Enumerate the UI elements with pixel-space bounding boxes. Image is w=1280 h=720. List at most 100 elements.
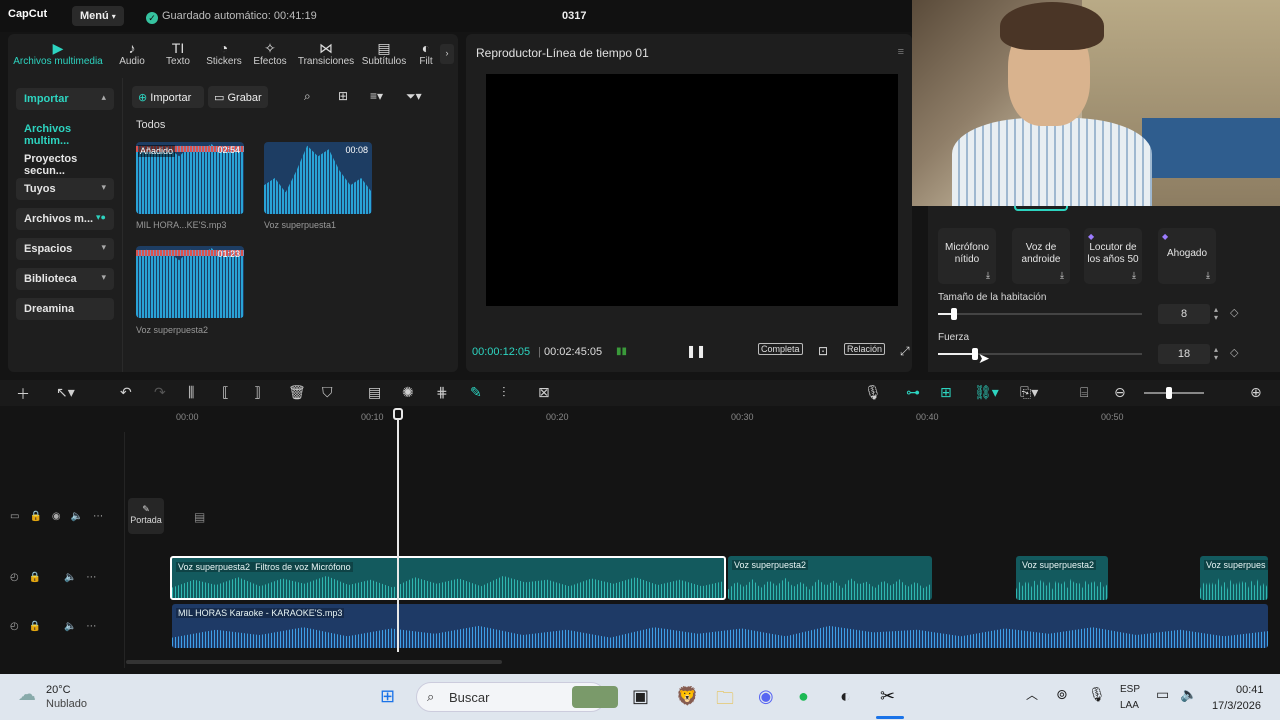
clock-time[interactable]: 00:41 (1236, 684, 1264, 696)
grid-view-icon[interactable]: ⊞ (338, 89, 348, 103)
chevron-up-icon[interactable]: ︿ (1026, 686, 1038, 703)
add-icon[interactable]: ＋ (16, 384, 30, 404)
import-button[interactable]: ⊕ Importar (132, 86, 204, 108)
cover-button[interactable]: ✎ Portada (128, 498, 164, 534)
download-icon[interactable]: ⤓ (1206, 269, 1210, 281)
keyframe-icon[interactable]: ◇ (1230, 346, 1238, 359)
tab-stickers[interactable]: ◔ Stickers (202, 40, 246, 67)
folder-icon[interactable]: 🗀 (716, 686, 734, 716)
weather-temp[interactable]: 20°C (46, 684, 71, 696)
music-track-controls[interactable]: ◴🔒 🔈⋯ (10, 621, 106, 632)
stepper-icon[interactable]: ▴ ▾ (1214, 346, 1218, 362)
app-icon[interactable]: ◐ (840, 686, 851, 707)
redo-icon[interactable]: ↷ (154, 384, 166, 401)
tab-media[interactable]: ▶ Archivos multimedia (12, 40, 104, 67)
fit-icon[interactable]: ⊡ (818, 344, 828, 358)
brave-icon[interactable]: 🦁 (676, 686, 698, 707)
voice-effect-card[interactable]: ◆ Ahogado ⤓ (1158, 228, 1216, 284)
sidebar-item-dreamina[interactable]: Dreamina (16, 298, 114, 320)
tab-transitions[interactable]: ⋈ Transiciones (296, 40, 356, 67)
shield-icon[interactable]: ⛉ (322, 384, 333, 401)
video-track-controls[interactable]: ▭🔒◉🔈⋯ (10, 511, 113, 522)
zoom-out-icon[interactable]: ⊖ (1114, 384, 1126, 401)
magic-icon[interactable]: ✎ (470, 384, 482, 401)
room-size-input[interactable]: 8 (1158, 304, 1210, 324)
playhead[interactable] (397, 408, 399, 652)
capcut-icon[interactable]: ✂ (880, 686, 895, 707)
audio-clip-selected[interactable]: Voz superpuesta2 Filtros de voz Micrófon… (170, 556, 726, 600)
menu-button[interactable]: Menú ▾ (72, 6, 124, 26)
audio-clip[interactable]: Voz superpues (1200, 556, 1268, 600)
project-title[interactable]: 0317 (562, 10, 586, 22)
fullscreen-icon[interactable]: ⤢ (900, 344, 910, 359)
video-preview[interactable] (486, 74, 898, 306)
volume-icon[interactable]: 🔈 (1180, 686, 1197, 703)
voice-effect-card[interactable]: Micrófono nítido ⤓ (938, 228, 996, 284)
tab-text[interactable]: TI Texto (158, 40, 198, 67)
voice-effect-card[interactable]: Voz de androide ⤓ (1012, 228, 1070, 284)
tab-effects[interactable]: ✧ Efectos (248, 40, 292, 67)
sidebar-item-spaces[interactable]: Espacios ▾ (16, 238, 114, 260)
strength-slider[interactable] (938, 348, 1142, 360)
record-button[interactable]: ▭ Grabar (208, 86, 268, 108)
tab-audio[interactable]: ♪ Audio (112, 40, 152, 67)
split-right-icon[interactable]: ⟧ (254, 384, 261, 401)
tab-subtitles[interactable]: ▤ Subtítulos (358, 40, 410, 67)
media-item[interactable]: Añadido 02:54 (136, 142, 244, 214)
caption-icon[interactable]: ▤ (368, 384, 381, 401)
audio-clip[interactable]: Voz superpuesta2 (728, 556, 932, 600)
sidebar-item-media-files[interactable]: Archivos multim... (16, 118, 114, 147)
language-2[interactable]: LAA (1120, 700, 1139, 711)
undo-icon[interactable]: ↶ (120, 384, 132, 401)
download-icon[interactable]: ⤓ (1132, 269, 1136, 281)
audio-split-icon[interactable]: ⫶ (502, 384, 506, 401)
delete-icon[interactable]: 🗑 (288, 384, 306, 401)
sidebar-item-library[interactable]: Biblioteca ▾ (16, 268, 114, 290)
ai-effect-icon[interactable]: ✺ (402, 384, 414, 401)
weather-desc[interactable]: Nublado (46, 698, 87, 710)
full-quality-button[interactable]: Completa (758, 343, 803, 355)
link-icon[interactable]: ⊶ (906, 384, 920, 401)
stepper-icon[interactable]: ▴ ▾ (1214, 306, 1218, 322)
voice-track-controls[interactable]: ◴🔒 🔈⋯ (10, 572, 106, 583)
media-item[interactable]: 01:23 (136, 246, 244, 318)
microphone-icon[interactable]: 🎙 (1088, 686, 1106, 703)
playhead-handle[interactable] (393, 408, 403, 420)
pause-icon[interactable]: ❚❚ (686, 344, 706, 358)
sort-icon[interactable]: ≡▾ (370, 89, 383, 103)
panel-menu-icon[interactable]: ≡ (898, 46, 904, 58)
download-icon[interactable]: ⤓ (1060, 269, 1064, 281)
news-widget-icon[interactable] (572, 686, 618, 708)
clock-date[interactable]: 17/3/2026 (1212, 700, 1261, 712)
download-icon[interactable]: ⤓ (986, 269, 990, 281)
timeline-scrollbar[interactable] (126, 660, 502, 664)
windows-start-icon[interactable]: ⊞ (380, 686, 395, 707)
room-size-slider[interactable] (938, 308, 1142, 320)
keyframe-icon[interactable]: ◇ (1230, 306, 1238, 319)
media-item[interactable]: 00:08 (264, 142, 372, 214)
language-1[interactable]: ESP (1120, 684, 1140, 695)
image-icon[interactable]: ⊠ (538, 384, 550, 401)
adjust-icon[interactable]: ⋕ (436, 384, 448, 401)
audio-clip[interactable]: Voz superpuesta2 (1016, 556, 1108, 600)
display-icon[interactable]: ▭ (1156, 686, 1169, 703)
snap-icon[interactable]: ⊞ (940, 384, 952, 401)
sidebar-item-media-2[interactable]: Archivos m... ▾● (16, 208, 114, 230)
strength-input[interactable]: 18 (1158, 344, 1210, 364)
zoom-in-icon[interactable]: ⊕ (1250, 384, 1262, 401)
chain-icon[interactable]: ⛓▾ (974, 384, 999, 401)
network-icon[interactable]: ⊚ (1056, 686, 1068, 703)
filter-icon[interactable]: ⏷▾ (406, 89, 422, 104)
music-clip[interactable]: MIL HORAS Karaoke - KARAOKE'S.mp3 (172, 604, 1268, 648)
spotify-icon[interactable]: ● (798, 686, 809, 707)
microphone-icon[interactable]: 🎙 (864, 384, 882, 401)
slider-knob[interactable] (1166, 387, 1172, 399)
search-icon[interactable]: ⌕ (304, 89, 311, 104)
sidebar-item-import[interactable]: Importar ▴ (16, 88, 114, 110)
sidebar-item-yours[interactable]: Tuyos ▾ (16, 178, 114, 200)
tabs-next-button[interactable]: › (440, 44, 454, 64)
captions-icon[interactable]: ⌸ (1080, 384, 1088, 401)
ratio-button[interactable]: Relación (844, 343, 886, 355)
zoom-slider[interactable] (1144, 387, 1204, 399)
voice-effect-card[interactable]: ◆ Locutor de los años 50 ⤓ (1084, 228, 1142, 284)
